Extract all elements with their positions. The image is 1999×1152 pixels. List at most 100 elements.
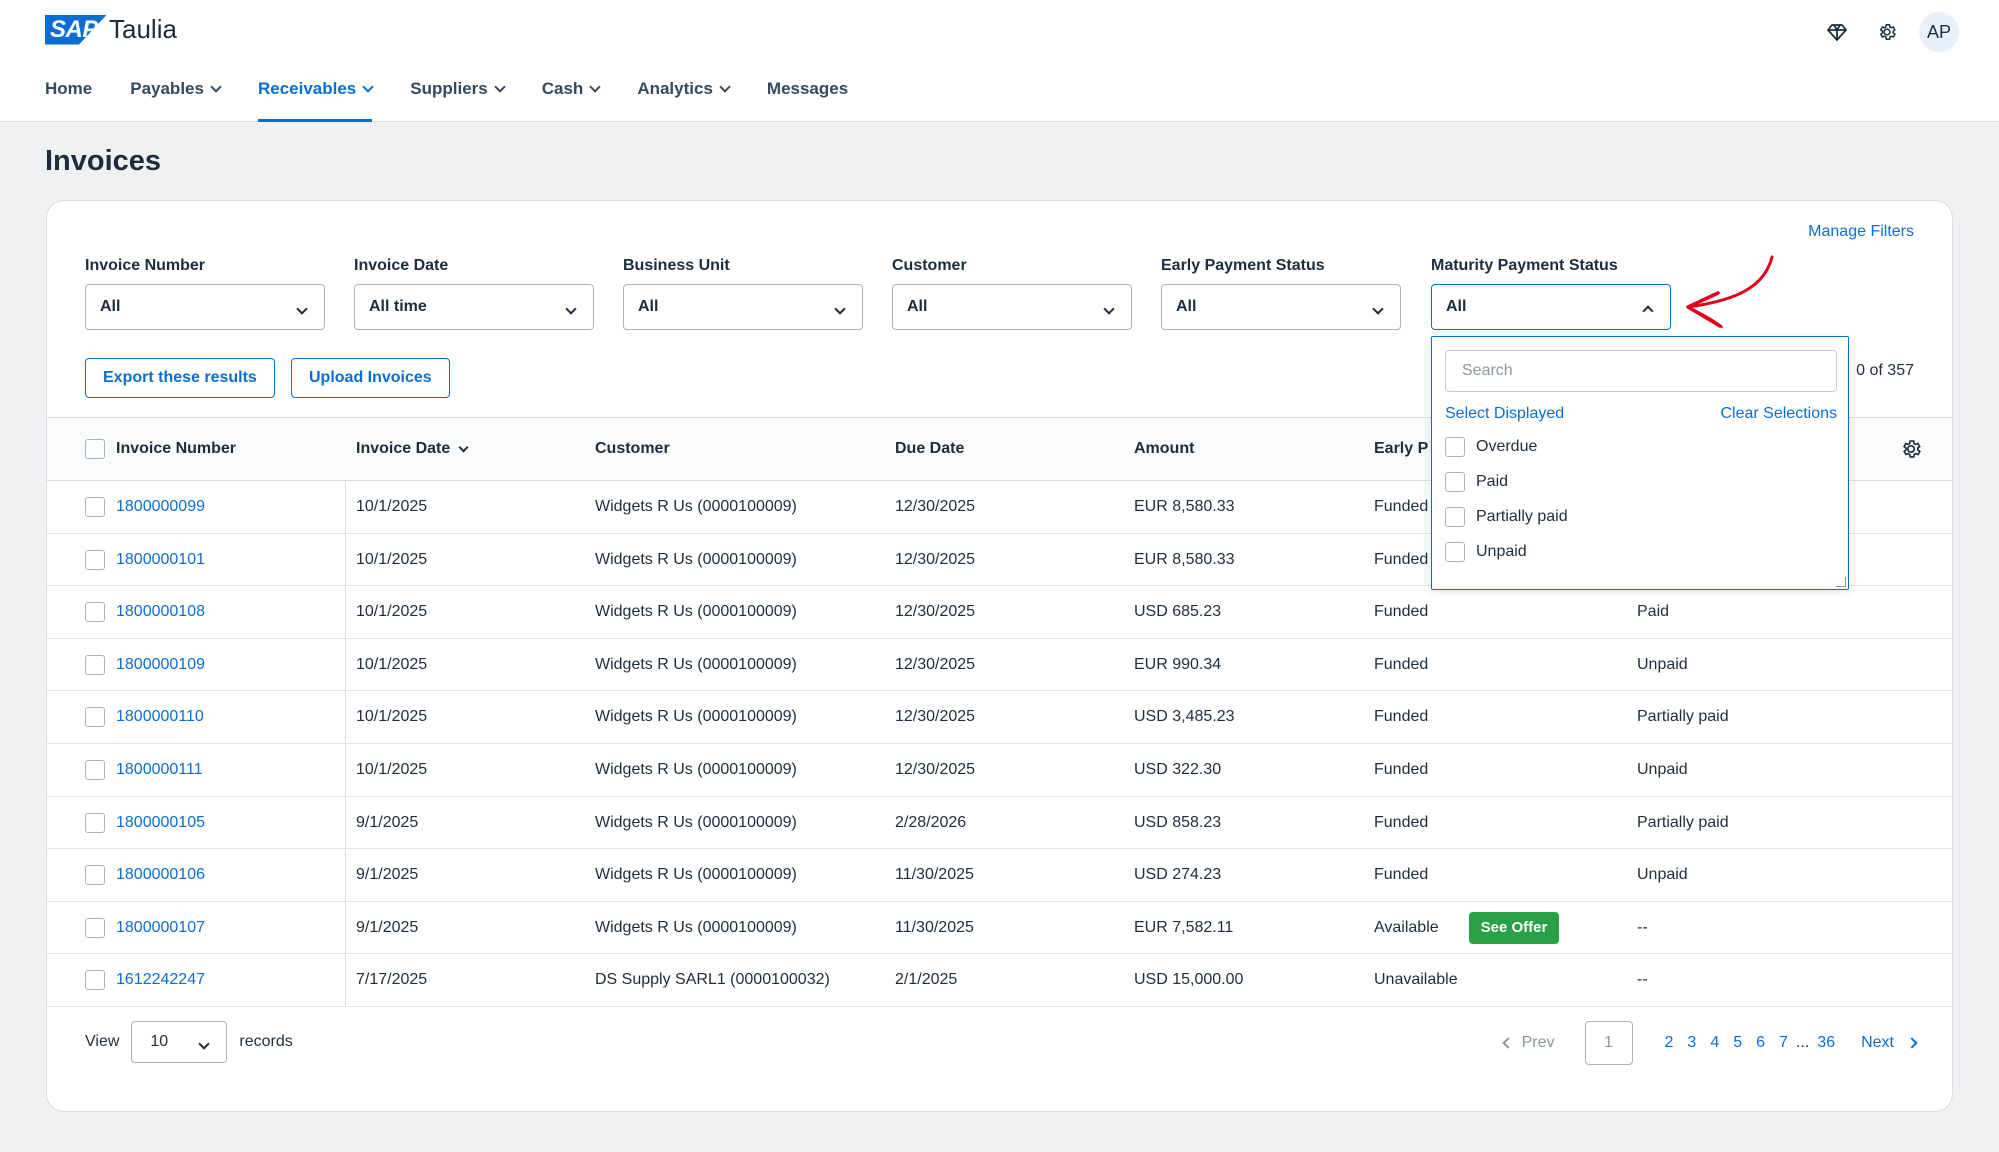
filter-label: Early Payment Status [1161, 257, 1325, 274]
option-partially-paid[interactable]: Partially paid [1445, 507, 1568, 527]
option-label: Partially paid [1476, 508, 1568, 525]
header-invoice-number[interactable]: Invoice Number [116, 440, 236, 458]
page-link[interactable]: 6 [1754, 1034, 1767, 1052]
amount: EUR 8,580.33 [1134, 550, 1235, 568]
filter-early-payment-status: Early Payment Status All [1161, 257, 1401, 330]
page-link[interactable]: 7 [1777, 1034, 1790, 1052]
option-checkbox[interactable] [1445, 542, 1465, 562]
resize-handle[interactable] [1836, 577, 1846, 587]
header-invoice-date[interactable]: Invoice Date [356, 440, 469, 458]
option-paid[interactable]: Paid [1445, 472, 1508, 492]
nav-suppliers[interactable]: Suppliers [410, 68, 506, 122]
invoice-number-link[interactable]: 1800000108 [116, 586, 205, 638]
invoice-number-link[interactable]: 1800000109 [116, 639, 205, 691]
row-checkbox[interactable] [85, 970, 105, 991]
pagination: Prev 1 2 3 4 5 6 7 ... 36 Next [1501, 1021, 1918, 1065]
dropdown-search-input[interactable] [1445, 350, 1837, 392]
nav-analytics[interactable]: Analytics [637, 68, 731, 122]
option-unpaid[interactable]: Unpaid [1445, 542, 1527, 562]
table-row: 1800000107 9/1/2025 Widgets R Us (000010… [47, 902, 1952, 955]
business-unit-select[interactable]: All [623, 284, 863, 330]
invoice-number-link[interactable]: 1800000106 [116, 849, 205, 901]
current-page[interactable]: 1 [1584, 1021, 1633, 1065]
row-checkbox[interactable] [85, 812, 105, 833]
invoice-number-link[interactable]: 1800000107 [116, 902, 205, 954]
page-link[interactable]: 4 [1708, 1034, 1721, 1052]
prev-page-button[interactable]: Prev [1501, 1034, 1555, 1052]
row-checkbox[interactable] [85, 497, 105, 517]
nav-cash[interactable]: Cash [542, 68, 601, 122]
diamond-icon[interactable] [1819, 14, 1855, 50]
see-offer-button[interactable]: See Offer [1468, 911, 1560, 944]
table-settings-icon[interactable] [1900, 438, 1922, 460]
customer: Widgets R Us (0000100009) [595, 918, 797, 936]
invoice-date: 10/1/2025 [356, 603, 428, 621]
table-row: 1612242247 7/17/2025 DS Supply SARL1 (00… [47, 954, 1952, 1007]
option-overdue[interactable]: Overdue [1445, 437, 1537, 457]
due-date: 11/30/2025 [895, 866, 974, 884]
nav-payables[interactable]: Payables [130, 68, 222, 122]
customer-select[interactable]: All [892, 284, 1132, 330]
row-checkbox[interactable] [85, 549, 105, 570]
option-checkbox[interactable] [1445, 437, 1465, 457]
upload-invoices-button[interactable]: Upload Invoices [291, 358, 450, 398]
row-checkbox[interactable] [85, 602, 105, 623]
sap-logo: SAP [45, 14, 107, 45]
chevron-right-icon [1906, 1037, 1918, 1049]
maturity-status: Paid [1637, 603, 1670, 621]
early-payment-status: Funded [1374, 550, 1429, 568]
row-checkbox[interactable] [85, 759, 105, 780]
invoice-number-link[interactable]: 1800000105 [116, 797, 205, 849]
maturity-payment-status-select[interactable]: All [1431, 284, 1671, 330]
header-customer[interactable]: Customer [595, 440, 670, 458]
table-row: 1800000105 9/1/2025 Widgets R Us (000010… [47, 797, 1952, 850]
early-payment-status: Funded [1374, 708, 1429, 726]
gear-icon[interactable] [1869, 14, 1905, 50]
page-link[interactable]: 2 [1663, 1034, 1676, 1052]
nav-home[interactable]: Home [45, 68, 92, 122]
header-due-date[interactable]: Due Date [895, 440, 964, 458]
page-link[interactable]: 3 [1685, 1034, 1698, 1052]
header-amount[interactable]: Amount [1134, 440, 1194, 458]
invoice-date-select[interactable]: All time [354, 284, 594, 330]
invoice-number-link[interactable]: 1612242247 [116, 954, 205, 1006]
select-displayed-link[interactable]: Select Displayed [1445, 405, 1564, 423]
row-checkbox[interactable] [85, 707, 105, 728]
filter-maturity-payment-status: Maturity Payment Status All [1431, 257, 1671, 330]
option-checkbox[interactable] [1445, 472, 1465, 492]
nav-label: Receivables [257, 79, 357, 98]
nav-receivables[interactable]: Receivables [257, 68, 374, 122]
chevron-down-icon [1103, 303, 1115, 315]
page-link[interactable]: 5 [1731, 1034, 1744, 1052]
amount: USD 274.23 [1134, 866, 1222, 884]
chevron-down-icon [296, 303, 308, 315]
select-all-checkbox[interactable] [85, 439, 105, 459]
avatar[interactable]: AP [1919, 12, 1959, 52]
manage-filters-link[interactable]: Manage Filters [1808, 223, 1914, 241]
row-checkbox[interactable] [85, 865, 105, 886]
nav-messages[interactable]: Messages [767, 68, 848, 122]
export-results-button[interactable]: Export these results [85, 358, 275, 398]
amount: USD 858.23 [1134, 813, 1222, 831]
header-early-payment[interactable]: Early P [1374, 440, 1428, 458]
clear-selections-link[interactable]: Clear Selections [1721, 405, 1838, 423]
table-row: 1800000110 10/1/2025 Widgets R Us (00001… [47, 691, 1952, 744]
row-checkbox[interactable] [85, 917, 105, 938]
early-payment-status-select[interactable]: All [1161, 284, 1401, 330]
invoice-number-link[interactable]: 1800000099 [116, 481, 205, 533]
page-link-last[interactable]: 36 [1815, 1034, 1837, 1052]
invoice-number-link[interactable]: 1800000111 [116, 744, 203, 796]
invoice-number-link[interactable]: 1800000110 [116, 691, 204, 743]
early-payment-status: Funded [1374, 498, 1429, 515]
due-date: 11/30/2025 [895, 918, 974, 936]
next-page-button[interactable]: Next [1861, 1034, 1918, 1052]
row-checkbox[interactable] [85, 654, 105, 675]
chevron-down-icon [494, 81, 506, 93]
page-size-select[interactable]: 10 [131, 1021, 228, 1063]
option-checkbox[interactable] [1445, 507, 1465, 527]
due-date: 12/30/2025 [895, 550, 976, 568]
invoice-number-select[interactable]: All [85, 284, 325, 330]
logo[interactable]: SAP Taulia [45, 14, 177, 45]
filter-business-unit: Business Unit All [623, 257, 863, 330]
invoice-number-link[interactable]: 1800000101 [116, 534, 205, 586]
